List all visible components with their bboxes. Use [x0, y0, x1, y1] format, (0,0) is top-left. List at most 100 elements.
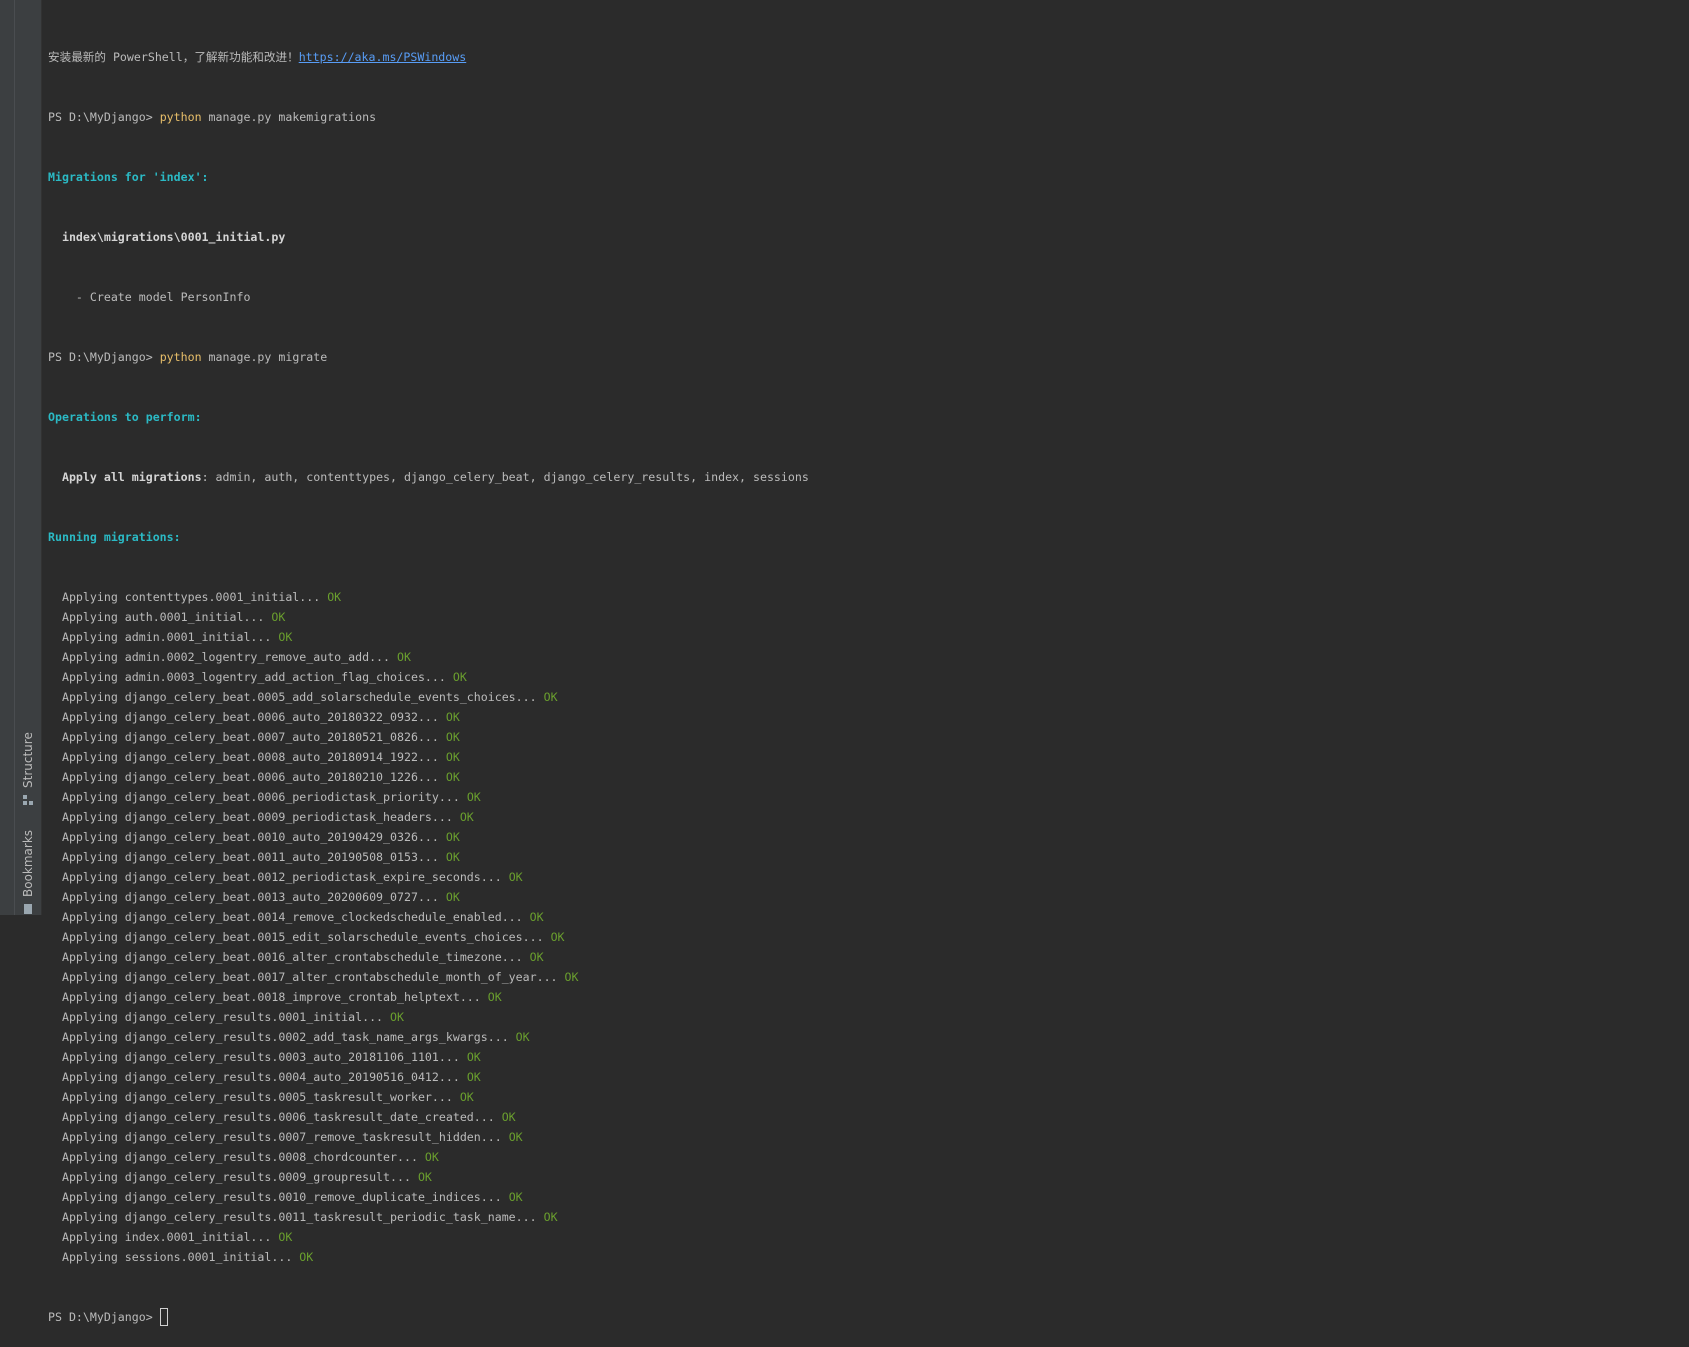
ok-status: OK [445, 770, 460, 784]
migration-text: Applying django_celery_beat.0014_remove_… [48, 910, 530, 924]
ok-status: OK [445, 730, 460, 744]
ok-status: OK [445, 830, 460, 844]
apply-all-label: Apply all migrations [48, 470, 202, 484]
migration-text: Applying admin.0003_logentry_add_action_… [48, 670, 453, 684]
migration-action: - Create model PersonInfo [48, 290, 251, 304]
migration-text: Applying django_celery_results.0009_grou… [48, 1170, 418, 1184]
terminal-output[interactable]: 安装最新的 PowerShell，了解新功能和改进！ https://aka.ms… [48, 7, 1678, 1326]
ok-status: OK [529, 950, 544, 964]
left-tool-window-bar: Structure Bookmarks [15, 0, 42, 915]
migration-line: Applying django_celery_results.0010_remo… [48, 1187, 1678, 1207]
migration-text: Applying django_celery_results.0005_task… [48, 1090, 460, 1104]
migration-line: Applying django_celery_beat.0016_alter_c… [48, 947, 1678, 967]
migration-line: Applying django_celery_beat.0006_auto_20… [48, 707, 1678, 727]
migration-text: Applying auth.0001_initial... [48, 610, 272, 624]
powershell-link[interactable]: https://aka.ms/PSWindows [299, 47, 467, 67]
ok-status: OK [515, 1030, 530, 1044]
ok-status: OK [452, 670, 467, 684]
migration-line: Applying django_celery_results.0007_remo… [48, 1127, 1678, 1147]
migration-line: Applying auth.0001_initial... OK [48, 607, 1678, 627]
left-window-edge [0, 0, 14, 915]
migration-line: Applying django_celery_results.0011_task… [48, 1207, 1678, 1227]
migration-text: Applying django_celery_results.0007_remo… [48, 1130, 509, 1144]
migration-text: Applying django_celery_beat.0012_periodi… [48, 870, 509, 884]
migration-line: Applying django_celery_beat.0010_auto_20… [48, 827, 1678, 847]
migration-line: Applying django_celery_beat.0009_periodi… [48, 807, 1678, 827]
bookmarks-tool-tab[interactable]: Bookmarks [17, 828, 39, 915]
ok-status: OK [445, 890, 460, 904]
ok-status: OK [543, 690, 558, 704]
migration-text: Applying django_celery_results.0004_auto… [48, 1070, 467, 1084]
migration-text: Applying django_celery_results.0011_task… [48, 1210, 544, 1224]
migration-line: Applying sessions.0001_initial... OK [48, 1247, 1678, 1267]
migration-line: Applying django_celery_beat.0005_add_sol… [48, 687, 1678, 707]
apply-all-line: Apply all migrations: admin, auth, conte… [48, 467, 1678, 487]
migration-text: Applying django_celery_beat.0010_auto_20… [48, 830, 446, 844]
prompt-line: PS D:\MyDjango> python manage.py makemig… [48, 107, 1678, 127]
migration-text: Applying django_celery_beat.0013_auto_20… [48, 890, 446, 904]
migration-line: Applying index.0001_initial... OK [48, 1227, 1678, 1247]
ok-status: OK [417, 1170, 432, 1184]
running-migrations-header: Running migrations: [48, 530, 181, 544]
banner-line: 安装最新的 PowerShell，了解新功能和改进！ https://aka.ms… [48, 47, 1678, 67]
migration-text: Applying sessions.0001_initial... [48, 1250, 300, 1264]
migration-text: Applying django_celery_beat.0007_auto_20… [48, 730, 446, 744]
migration-line: Applying django_celery_results.0006_task… [48, 1107, 1678, 1127]
ok-status: OK [459, 1090, 474, 1104]
migration-text: Applying django_celery_results.0001_init… [48, 1010, 391, 1024]
migration-line: Applying django_celery_results.0004_auto… [48, 1067, 1678, 1087]
migration-line: Applying django_celery_beat.0007_auto_20… [48, 727, 1678, 747]
banner-text: 安装最新的 PowerShell，了解新功能和改进！ [48, 50, 299, 64]
migration-line: Applying admin.0001_initial... OK [48, 627, 1678, 647]
ok-status: OK [501, 1110, 516, 1124]
migration-text: Applying django_celery_beat.0018_improve… [48, 990, 488, 1004]
ok-status: OK [445, 750, 460, 764]
ok-status: OK [508, 1130, 523, 1144]
migration-text: Applying django_celery_results.0006_task… [48, 1110, 502, 1124]
migration-line: Applying django_celery_results.0003_auto… [48, 1047, 1678, 1067]
migration-line: Applying contenttypes.0001_initial... OK [48, 587, 1678, 607]
prompt-text: PS D:\MyDjango> [48, 110, 160, 124]
ok-status: OK [327, 590, 342, 604]
ok-status: OK [466, 790, 481, 804]
migration-line: Applying admin.0002_logentry_remove_auto… [48, 647, 1678, 667]
migration-line: Applying django_celery_results.0005_task… [48, 1087, 1678, 1107]
migration-line: Applying django_celery_beat.0008_auto_20… [48, 747, 1678, 767]
migration-text: Applying index.0001_initial... [48, 1230, 279, 1244]
migration-line: Applying django_celery_results.0001_init… [48, 1007, 1678, 1027]
migration-text: Applying django_celery_beat.0006_auto_20… [48, 770, 446, 784]
prompt-line: PS D:\MyDjango> python manage.py migrate [48, 347, 1678, 367]
migration-line: Applying django_celery_results.0008_chor… [48, 1147, 1678, 1167]
ok-status: OK [271, 610, 286, 624]
migration-text: Applying django_celery_beat.0011_auto_20… [48, 850, 446, 864]
operations-header: Operations to perform: [48, 410, 202, 424]
prompt-text: PS D:\MyDjango> [48, 1310, 160, 1324]
structure-icon [21, 794, 35, 806]
final-prompt-line: PS D:\MyDjango> [48, 1307, 1678, 1327]
migration-line: Applying django_celery_beat.0006_auto_20… [48, 767, 1678, 787]
migration-text: Applying django_celery_beat.0006_periodi… [48, 790, 467, 804]
ok-status: OK [424, 1150, 439, 1164]
migrations-header: Migrations for 'index': [48, 170, 209, 184]
structure-tool-tab[interactable]: Structure [17, 722, 39, 806]
migration-text: Applying django_celery_beat.0006_auto_20… [48, 710, 446, 724]
migration-line: Applying admin.0003_logentry_add_action_… [48, 667, 1678, 687]
migration-text: Applying admin.0002_logentry_remove_auto… [48, 650, 398, 664]
structure-tab-label: Structure [21, 732, 35, 788]
migration-text: Applying django_celery_beat.0016_alter_c… [48, 950, 530, 964]
ok-status: OK [397, 650, 411, 664]
migration-text: Applying django_celery_beat.0017_alter_c… [48, 970, 565, 984]
bookmark-icon [21, 903, 35, 915]
migration-line: Applying django_celery_beat.0014_remove_… [48, 907, 1678, 927]
ok-status: OK [508, 1190, 523, 1204]
migration-text: Applying django_celery_beat.0008_auto_20… [48, 750, 446, 764]
text-cursor[interactable] [159, 1308, 168, 1326]
migration-text: Applying django_celery_beat.0005_add_sol… [48, 690, 544, 704]
migration-text: Applying django_celery_beat.0009_periodi… [48, 810, 460, 824]
migration-list: Applying contenttypes.0001_initial... OK… [48, 587, 1678, 1267]
ok-status: OK [529, 910, 544, 924]
migration-text: Applying django_celery_results.0008_chor… [48, 1150, 425, 1164]
migration-line: Applying django_celery_beat.0017_alter_c… [48, 967, 1678, 987]
ok-status: OK [466, 1050, 481, 1064]
migration-text: Applying django_celery_beat.0015_edit_so… [48, 930, 551, 944]
